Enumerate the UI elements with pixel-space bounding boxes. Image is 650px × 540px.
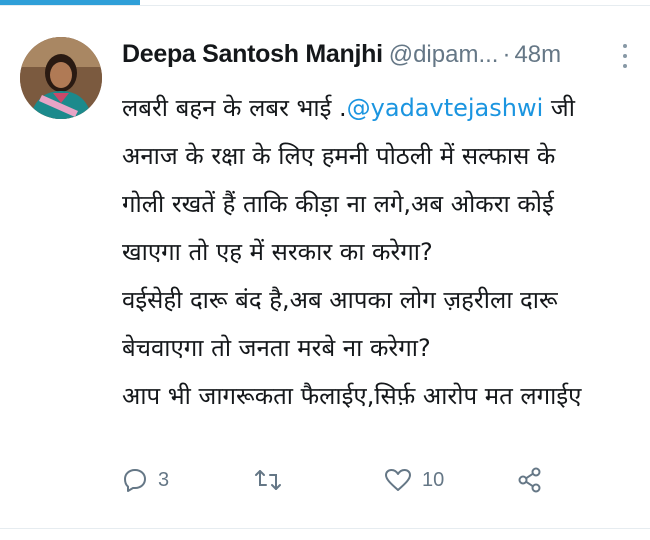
reply-icon (124, 469, 146, 492)
tweet-header: Deepa Santosh Manjhi @dipam... · 48m (122, 40, 636, 80)
separator: · (502, 41, 511, 68)
tweet-line: लबरी बहन के लबर भाई .@yadavtejashwi जी (122, 84, 642, 132)
tweet-text: लबरी बहन के लबर भाई .@yadavtejashwi जी अ… (122, 84, 642, 420)
like-button[interactable]: 10 (384, 460, 444, 500)
divider (0, 5, 650, 6)
tweet-line: वईसेही दारू बंद है,अब आपका लोग ज़हरीला द… (122, 286, 558, 314)
timestamp[interactable]: 48m (514, 41, 561, 68)
divider (0, 528, 650, 529)
share-icon (518, 467, 541, 493)
mention-link[interactable]: @yadavtejashwi (347, 94, 544, 122)
author-name[interactable]: Deepa Santosh Manjhi (122, 40, 383, 68)
more-vertical-icon[interactable] (622, 44, 628, 68)
tweet-line: गोली रखतें हैं ताकि कीड़ा ना लगे,अब ओकरा… (122, 190, 554, 218)
retweet-button[interactable] (254, 460, 292, 500)
like-count: 10 (422, 468, 445, 491)
tweet-line: खाएगा तो एह में सरकार का करेगा? (122, 238, 433, 266)
tweet-line-text: जी (543, 94, 575, 122)
tweet-line-text: लबरी बहन के लबर भाई . (122, 94, 347, 122)
share-button[interactable] (516, 460, 544, 500)
avatar-photo (20, 37, 102, 119)
reply-button[interactable]: 3 (122, 460, 169, 500)
tweet-line: अनाज के रक्षा के लिए हमनी पोठली में सल्फ… (122, 142, 556, 170)
reply-count: 3 (158, 468, 170, 491)
tweet-actions: 3 10 (122, 460, 642, 500)
retweet-icon (255, 470, 281, 490)
heart-icon (385, 469, 411, 491)
avatar[interactable] (20, 37, 102, 119)
tweet-line: आप भी जागरूकता फैलाईए,सिर्फ़ आरोप मत लगा… (122, 382, 582, 410)
author-handle[interactable]: @dipam... (389, 41, 499, 68)
tweet-line: बेचवाएगा तो जनता मरबे ना करेगा? (122, 334, 431, 362)
